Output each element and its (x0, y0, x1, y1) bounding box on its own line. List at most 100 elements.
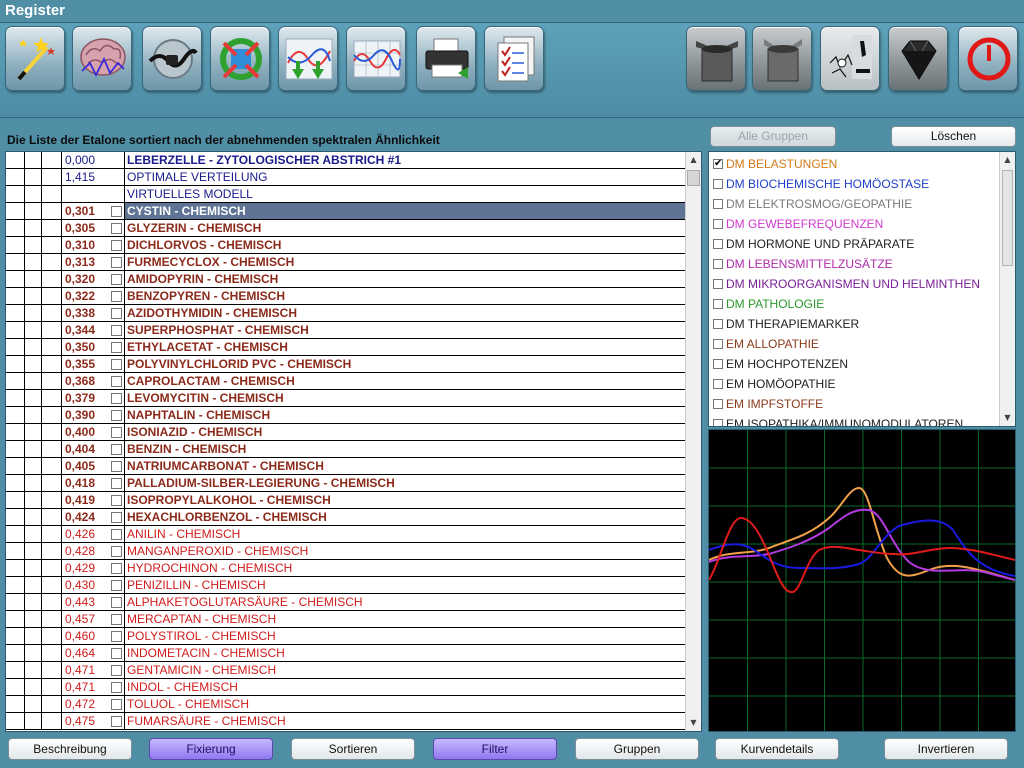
list-row[interactable]: 0,471 INDOL - CHEMISCH (6, 679, 686, 696)
microscope-button[interactable] (820, 26, 880, 91)
group-checkbox[interactable] (713, 179, 723, 189)
group-checkbox[interactable] (713, 299, 723, 309)
group-checkbox[interactable] (713, 279, 723, 289)
cable-button[interactable] (142, 26, 202, 91)
list-row[interactable]: VIRTUELLES MODELL (6, 186, 686, 203)
row-checkbox[interactable] (111, 410, 122, 421)
group-checkbox[interactable] (713, 239, 723, 249)
list-row[interactable]: 0,000 LEBERZELLE - ZYTOLOGISCHER ABSTRICH… (6, 152, 686, 169)
kurvendetails-button[interactable]: Kurvendetails (715, 738, 839, 760)
filter-button[interactable]: Filter (433, 738, 557, 760)
row-checkbox[interactable] (111, 512, 122, 523)
list-row[interactable]: 0,400 ISONIAZID - CHEMISCH (6, 424, 686, 441)
scroll-thumb[interactable] (687, 170, 700, 186)
row-checkbox[interactable] (111, 444, 122, 455)
group-checkbox[interactable] (713, 379, 723, 389)
list-row[interactable]: 0,390 NAPHTALIN - CHEMISCH (6, 407, 686, 424)
container-button[interactable] (752, 26, 812, 91)
row-checkbox[interactable] (111, 393, 122, 404)
row-checkbox[interactable] (111, 257, 122, 268)
group-checkbox[interactable] (713, 359, 723, 369)
group-checkbox[interactable] (713, 319, 723, 329)
list-row[interactable]: 0,350 ETHYLACETAT - CHEMISCH (6, 339, 686, 356)
list-row[interactable]: 0,338 AZIDOTHYMIDIN - CHEMISCH (6, 305, 686, 322)
delete-button[interactable]: Löschen (891, 126, 1016, 147)
row-checkbox[interactable] (111, 716, 122, 727)
scroll-up-icon[interactable]: ▲ (686, 152, 701, 168)
list-row[interactable]: 0,418 PALLADIUM-SILBER-LEGIERUNG - CHEMIS… (6, 475, 686, 492)
list-row[interactable]: 0,355 POLYVINYLCHLORID PVC - CHEMISCH (6, 356, 686, 373)
list-row[interactable]: 0,368 CAPROLACTAM - CHEMISCH (6, 373, 686, 390)
row-checkbox[interactable] (111, 461, 122, 472)
row-checkbox[interactable] (111, 376, 122, 387)
row-checkbox[interactable] (111, 648, 122, 659)
list-row[interactable]: 0,344 SUPERPHOSPHAT - CHEMISCH (6, 322, 686, 339)
list-row[interactable]: 0,471 GENTAMICIN - CHEMISCH (6, 662, 686, 679)
row-checkbox[interactable] (111, 240, 122, 251)
list-row[interactable]: 0,310 DICHLORVOS - CHEMISCH (6, 237, 686, 254)
group-checkbox[interactable] (713, 199, 723, 209)
beschreibung-button[interactable]: Beschreibung (8, 738, 132, 760)
row-checkbox[interactable] (111, 206, 122, 217)
list-row[interactable]: 0,313 FURMECYCLOX - CHEMISCH (6, 254, 686, 271)
row-checkbox[interactable] (111, 427, 122, 438)
list-row[interactable]: 0,305 GLYZERIN - CHEMISCH (6, 220, 686, 237)
group-scroll-down-icon[interactable]: ▼ (1000, 410, 1015, 426)
row-checkbox[interactable] (111, 614, 122, 625)
group-checkbox[interactable] (713, 419, 723, 426)
row-checkbox[interactable] (111, 631, 122, 642)
row-checkbox[interactable] (111, 308, 122, 319)
list-row[interactable]: 0,443 ALPHAKETOGLUTARSÄURE - CHEMISCH (6, 594, 686, 611)
list-row[interactable]: 0,460 POLYSTIROL - CHEMISCH (6, 628, 686, 645)
list-row[interactable]: 0,322 BENZOPYREN - CHEMISCH (6, 288, 686, 305)
list-row[interactable]: 0,464 INDOMETACIN - CHEMISCH (6, 645, 686, 662)
row-checkbox[interactable] (111, 597, 122, 608)
group-scroll-thumb[interactable] (1002, 170, 1013, 266)
list-row[interactable]: 0,430 PENIZILLIN - CHEMISCH (6, 577, 686, 594)
list-row[interactable]: 0,457 MERCAPTAN - CHEMISCH (6, 611, 686, 628)
row-checkbox[interactable] (111, 546, 122, 557)
list-row[interactable]: 0,320 AMIDOPYRIN - CHEMISCH (6, 271, 686, 288)
checklist-button[interactable] (484, 26, 544, 91)
row-checkbox[interactable] (111, 699, 122, 710)
group-scrollbar[interactable]: ▲ ▼ (999, 152, 1015, 426)
power-button[interactable] (958, 26, 1018, 91)
row-checkbox[interactable] (111, 274, 122, 285)
list-row[interactable]: 0,301 CYSTIN - CHEMISCH (6, 203, 686, 220)
group-checkbox[interactable]: ✔ (713, 159, 723, 169)
sortieren-button[interactable]: Sortieren (291, 738, 415, 760)
list-row[interactable]: 0,472 TOLUOL - CHEMISCH (6, 696, 686, 713)
group-checkbox[interactable] (713, 339, 723, 349)
wand-button[interactable] (5, 26, 65, 91)
row-checkbox[interactable] (111, 325, 122, 336)
list-row[interactable]: 0,405 NATRIUMCARBONAT - CHEMISCH (6, 458, 686, 475)
gem-button[interactable] (888, 26, 948, 91)
all-groups-button[interactable]: Alle Gruppen (710, 126, 836, 147)
list-row[interactable]: 0,429 HYDROCHINON - CHEMISCH (6, 560, 686, 577)
fixierung-button[interactable]: Fixierung (149, 738, 273, 760)
list-row[interactable]: 0,428 MANGANPEROXID - CHEMISCH (6, 543, 686, 560)
list-scrollbar[interactable]: ▲ ▼ (685, 152, 701, 731)
row-checkbox[interactable] (111, 580, 122, 591)
row-checkbox[interactable] (111, 529, 122, 540)
list-row[interactable]: 0,404 BENZIN - CHEMISCH (6, 441, 686, 458)
graph-arrows-button[interactable] (278, 26, 338, 91)
scroll-down-icon[interactable]: ▼ (686, 715, 701, 731)
row-checkbox[interactable] (111, 665, 122, 676)
cycle-button[interactable] (210, 26, 270, 91)
row-checkbox[interactable] (111, 342, 122, 353)
list-row[interactable]: 0,419 ISOPROPYLALKOHOL - CHEMISCH (6, 492, 686, 509)
list-row[interactable]: 0,379 LEVOMYCITIN - CHEMISCH (6, 390, 686, 407)
group-checkbox[interactable] (713, 399, 723, 409)
list-row[interactable]: 0,424 HEXACHLORBENZOL - CHEMISCH (6, 509, 686, 526)
row-checkbox[interactable] (111, 682, 122, 693)
group-checkbox[interactable] (713, 259, 723, 269)
wave-grid-button[interactable] (346, 26, 406, 91)
list-row[interactable]: 1,415 OPTIMALE VERTEILUNG (6, 169, 686, 186)
row-checkbox[interactable] (111, 223, 122, 234)
group-scroll-up-icon[interactable]: ▲ (1000, 152, 1015, 168)
brain-button[interactable] (72, 26, 132, 91)
invertieren-button[interactable]: Invertieren (884, 738, 1008, 760)
group-checkbox[interactable] (713, 219, 723, 229)
printer-button[interactable] (416, 26, 476, 91)
